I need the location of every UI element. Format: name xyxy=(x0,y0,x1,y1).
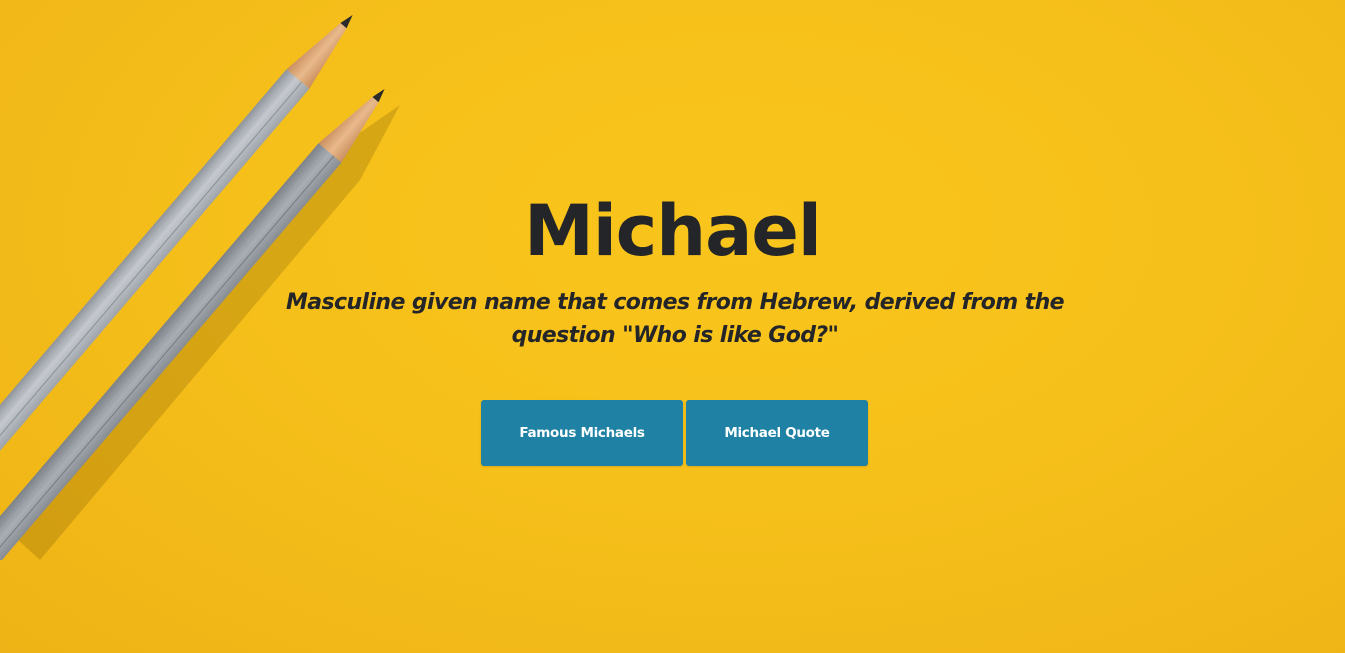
pencils-image xyxy=(0,14,400,560)
hero-section: Michael Masculine given name that comes … xyxy=(0,0,1345,653)
page-title: Michael xyxy=(524,190,822,272)
michael-quote-button[interactable]: Michael Quote xyxy=(686,400,868,466)
page-subtitle: Masculine given name that comes from Heb… xyxy=(286,290,1065,348)
famous-michaels-button[interactable]: Famous Michaels xyxy=(481,400,683,466)
